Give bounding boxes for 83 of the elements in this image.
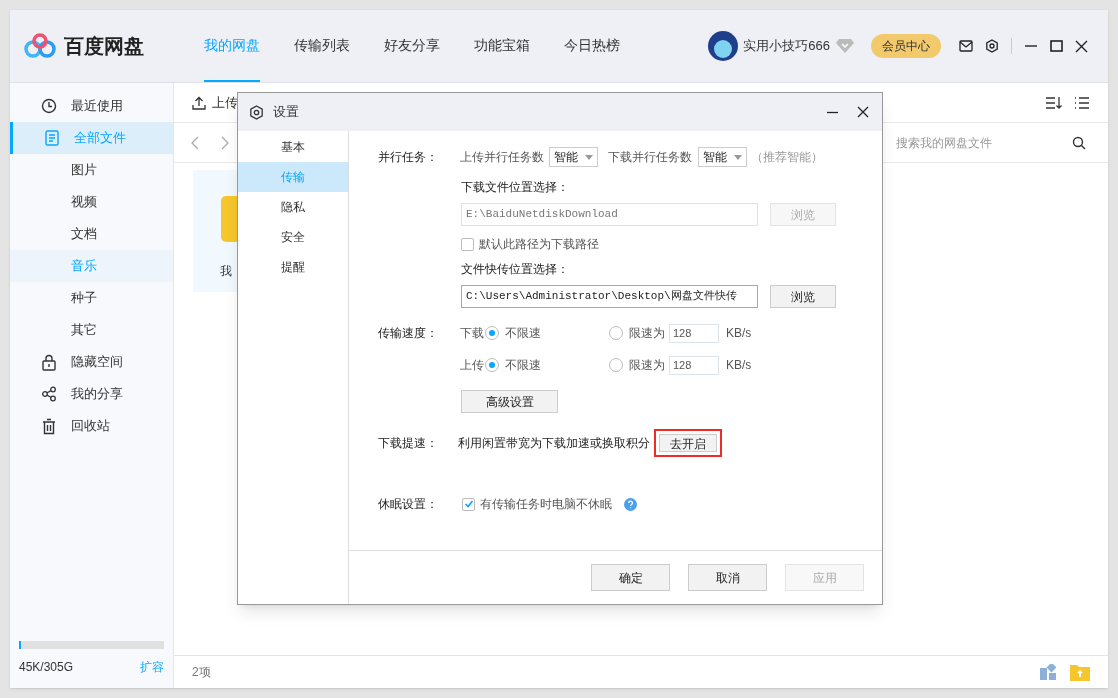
list-view-icon[interactable] bbox=[1074, 95, 1090, 110]
checkbox[interactable] bbox=[461, 237, 474, 251]
speed-field[interactable]: 128 bbox=[669, 355, 719, 375]
mail-icon[interactable] bbox=[959, 40, 973, 52]
close-icon[interactable] bbox=[857, 106, 869, 118]
settings-tab[interactable]: 隐私 bbox=[238, 192, 348, 222]
sidebar-item[interactable]: 种子 bbox=[10, 282, 173, 314]
nav-tab[interactable]: 功能宝箱 bbox=[474, 10, 530, 82]
setting-label: 下载提速： bbox=[378, 435, 439, 452]
settings-tab[interactable]: 提醒 bbox=[238, 252, 348, 282]
radio-button[interactable] bbox=[609, 358, 623, 372]
avatar bbox=[708, 31, 739, 61]
radio-button[interactable] bbox=[485, 358, 499, 372]
unit-text: KB/s bbox=[726, 357, 752, 374]
path-field[interactable]: C:\Users\Administrator\Desktop\网盘文件快传 bbox=[461, 285, 758, 308]
share-icon bbox=[41, 386, 57, 402]
sidebar-item[interactable]: 回收站 bbox=[10, 410, 173, 442]
setting-label: 传输速度： bbox=[378, 325, 439, 342]
dialog-button[interactable]: 取消 bbox=[688, 564, 767, 591]
search-icon[interactable] bbox=[1072, 135, 1086, 150]
search-field[interactable]: 搜索我的网盘文件 bbox=[896, 133, 1072, 152]
nav-tab[interactable]: 今日热榜 bbox=[564, 10, 620, 82]
radio-label: 限速为 bbox=[629, 325, 665, 342]
clock-icon bbox=[41, 98, 57, 114]
cloud-logo-icon bbox=[24, 33, 56, 59]
browse-button[interactable]: 浏览 bbox=[770, 285, 836, 308]
sidebar-item[interactable]: 隐藏空间 bbox=[10, 346, 173, 378]
maximize-icon[interactable] bbox=[1050, 40, 1063, 52]
dropdown[interactable]: 智能 bbox=[549, 147, 598, 167]
sidebar-item[interactable]: 最近使用 bbox=[10, 90, 173, 122]
checkbox-label: 默认此路径为下载路径 bbox=[479, 236, 599, 253]
radio-button[interactable] bbox=[609, 326, 623, 340]
setting-label: 并行任务： bbox=[378, 149, 439, 166]
advanced-settings-button[interactable]: 高级设置 bbox=[461, 390, 558, 413]
enable-button[interactable]: 去开启 bbox=[654, 429, 722, 457]
sidebar-item[interactable]: 视频 bbox=[10, 186, 173, 218]
caret-icon bbox=[734, 154, 742, 160]
setting-text: 下载并行任务数 bbox=[608, 149, 692, 166]
hint-text: （推荐智能） bbox=[751, 149, 823, 166]
setting-subtitle: 文件快传位置选择： bbox=[461, 261, 570, 278]
nav-tab[interactable]: 传输列表 bbox=[294, 10, 350, 82]
close-icon[interactable] bbox=[1075, 39, 1088, 53]
help-icon[interactable] bbox=[624, 497, 637, 511]
setting-text: 利用闲置带宽为下载加速或换取积分 bbox=[458, 435, 650, 452]
setting-text: 上传 bbox=[460, 357, 485, 374]
checkbox[interactable] bbox=[462, 497, 475, 511]
upload-button[interactable]: 上传 bbox=[212, 92, 238, 113]
item-count: 2项 bbox=[192, 664, 211, 681]
sidebar-item[interactable]: 图片 bbox=[10, 154, 173, 186]
diamond-icon bbox=[836, 39, 854, 53]
app-logo: 百度网盘 bbox=[64, 34, 145, 59]
setting-subtitle: 下载文件位置选择： bbox=[461, 179, 570, 196]
dialog-title: 设置 bbox=[273, 103, 299, 122]
dropdown[interactable]: 智能 bbox=[698, 147, 747, 167]
settings-tab[interactable]: 安全 bbox=[238, 222, 348, 252]
sidebar-item[interactable]: 文档 bbox=[10, 218, 173, 250]
folder-name: 我 bbox=[220, 263, 232, 280]
storage-usage: 45K/305G bbox=[19, 659, 74, 676]
lock-icon bbox=[42, 353, 56, 371]
upload-icon[interactable] bbox=[192, 95, 206, 110]
settings-icon[interactable] bbox=[985, 39, 999, 53]
unit-text: KB/s bbox=[726, 325, 752, 342]
setting-label: 休眠设置： bbox=[378, 496, 439, 513]
nav-tab[interactable]: 好友分享 bbox=[384, 10, 440, 82]
trash-icon bbox=[42, 417, 56, 435]
settings-tab[interactable]: 基本 bbox=[238, 132, 348, 162]
sidebar-item[interactable]: 我的分享 bbox=[10, 378, 173, 410]
checkbox-label: 有传输任务时电脑不休眠 bbox=[480, 496, 612, 513]
caret-icon bbox=[585, 154, 593, 160]
radio-label: 不限速 bbox=[505, 357, 541, 374]
sidebar-item[interactable]: 其它 bbox=[10, 314, 173, 346]
speed-field[interactable]: 128 bbox=[669, 323, 719, 343]
dialog-button[interactable]: 确定 bbox=[591, 564, 670, 591]
radio-label: 限速为 bbox=[629, 357, 665, 374]
sort-icon[interactable] bbox=[1045, 95, 1063, 110]
setting-text: 下载 bbox=[460, 325, 485, 342]
setting-text: 上传并行任务数 bbox=[460, 149, 544, 166]
user-name: 实用小技巧666 bbox=[743, 37, 830, 56]
radio-button[interactable] bbox=[485, 326, 499, 340]
settings-icon bbox=[249, 104, 264, 120]
vip-button[interactable]: 会员中心 bbox=[871, 34, 941, 58]
document-icon bbox=[45, 130, 59, 146]
radio-label: 不限速 bbox=[505, 325, 541, 342]
